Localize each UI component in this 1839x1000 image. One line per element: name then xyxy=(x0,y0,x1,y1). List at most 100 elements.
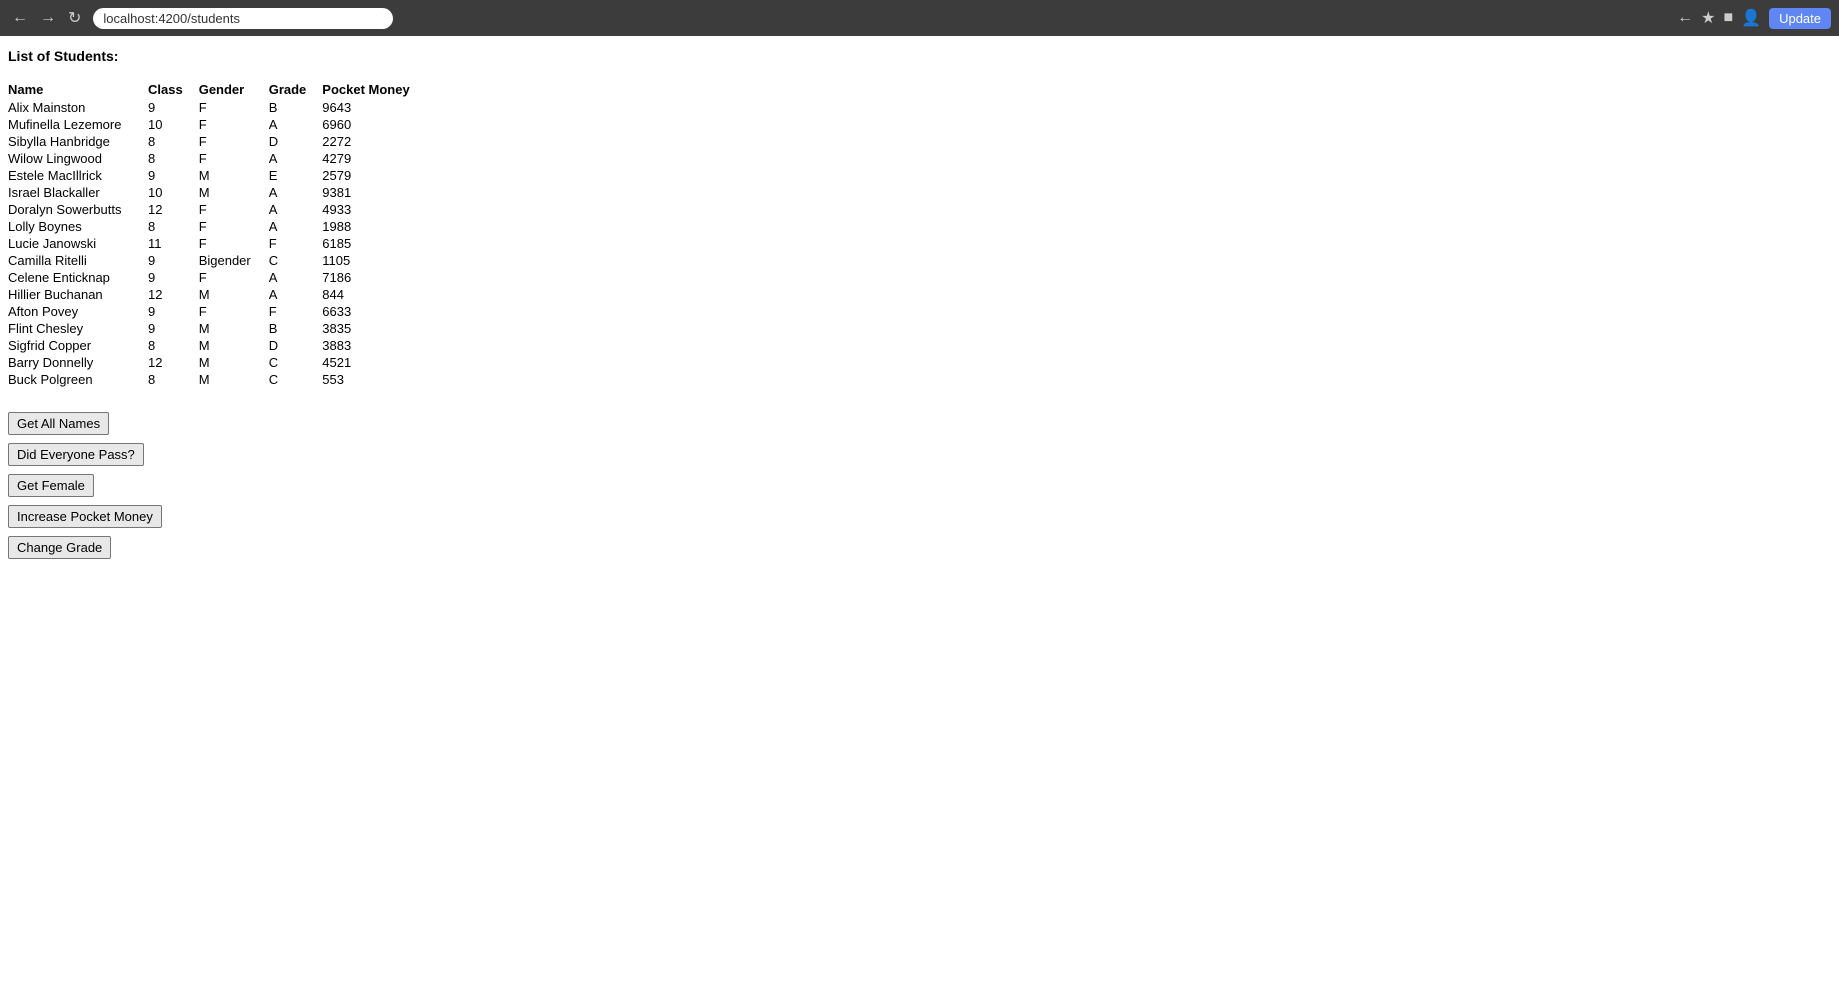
cell-grade: F xyxy=(269,235,323,252)
cell-class: 8 xyxy=(148,337,199,354)
students-table: Name Class Gender Grade Pocket Money Ali… xyxy=(8,80,426,388)
share-icon[interactable]: ← xyxy=(1677,9,1693,27)
cell-pocket-money: 553 xyxy=(322,371,425,388)
table-row: Mufinella Lezemore10FA6960 xyxy=(8,116,426,133)
cell-grade: F xyxy=(269,303,323,320)
cell-grade: E xyxy=(269,167,323,184)
table-header: Name Class Gender Grade Pocket Money xyxy=(8,80,426,99)
cell-grade: A xyxy=(269,201,323,218)
table-row: Doralyn Sowerbutts12FA4933 xyxy=(8,201,426,218)
bookmark-icon[interactable]: ★ xyxy=(1701,8,1715,28)
cell-pocket-money: 3835 xyxy=(322,320,425,337)
cell-grade: C xyxy=(269,354,323,371)
page-content: List of Students: Name Class Gender Grad… xyxy=(0,36,1839,571)
cell-pocket-money: 9381 xyxy=(322,184,425,201)
table-row: Camilla Ritelli9BigenderC1105 xyxy=(8,252,426,269)
cell-class: 12 xyxy=(148,286,199,303)
get-female-button[interactable]: Get Female xyxy=(8,474,94,497)
cell-grade: B xyxy=(269,99,323,116)
cell-class: 12 xyxy=(148,201,199,218)
cell-gender: M xyxy=(199,337,269,354)
cell-name: Buck Polgreen xyxy=(8,371,148,388)
cell-pocket-money: 844 xyxy=(322,286,425,303)
cell-grade: A xyxy=(269,184,323,201)
cell-pocket-money: 7186 xyxy=(322,269,425,286)
cell-class: 9 xyxy=(148,167,199,184)
cell-gender: M xyxy=(199,184,269,201)
cell-gender: M xyxy=(199,320,269,337)
cell-class: 10 xyxy=(148,116,199,133)
cell-pocket-money: 6185 xyxy=(322,235,425,252)
cell-grade: C xyxy=(269,371,323,388)
cell-grade: D xyxy=(269,133,323,150)
browser-chrome: ← → ↻ localhost:4200/students ← ★ ■ 👤 Up… xyxy=(0,0,1839,36)
header-row: Name Class Gender Grade Pocket Money xyxy=(8,80,426,99)
cell-pocket-money: 4521 xyxy=(322,354,425,371)
cell-name: Celene Enticknap xyxy=(8,269,148,286)
cell-name: Lucie Janowski xyxy=(8,235,148,252)
table-row: Flint Chesley9MB3835 xyxy=(8,320,426,337)
cell-gender: F xyxy=(199,235,269,252)
table-row: Celene Enticknap9FA7186 xyxy=(8,269,426,286)
cell-name: Afton Povey xyxy=(8,303,148,320)
cell-name: Mufinella Lezemore xyxy=(8,116,148,133)
increase-pocket-money-button[interactable]: Increase Pocket Money xyxy=(8,505,162,528)
cell-gender: F xyxy=(199,99,269,116)
browser-actions: ← ★ ■ 👤 Update xyxy=(1677,8,1831,29)
table-row: Sibylla Hanbridge8FD2272 xyxy=(8,133,426,150)
did-everyone-pass-button[interactable]: Did Everyone Pass? xyxy=(8,443,144,466)
forward-button[interactable]: → xyxy=(36,7,60,29)
get-all-names-button[interactable]: Get All Names xyxy=(8,412,109,435)
extensions-icon[interactable]: ■ xyxy=(1723,9,1733,27)
table-row: Sigfrid Copper8MD3883 xyxy=(8,337,426,354)
cell-class: 9 xyxy=(148,269,199,286)
cell-gender: F xyxy=(199,133,269,150)
table-row: Lolly Boynes8FA1988 xyxy=(8,218,426,235)
table-row: Wilow Lingwood8FA4279 xyxy=(8,150,426,167)
cell-class: 8 xyxy=(148,218,199,235)
cell-class: 8 xyxy=(148,133,199,150)
cell-grade: D xyxy=(269,337,323,354)
cell-grade: B xyxy=(269,320,323,337)
reload-button[interactable]: ↻ xyxy=(64,6,85,30)
cell-gender: M xyxy=(199,371,269,388)
change-grade-button[interactable]: Change Grade xyxy=(8,536,111,559)
cell-gender: F xyxy=(199,150,269,167)
cell-class: 8 xyxy=(148,371,199,388)
cell-gender: F xyxy=(199,218,269,235)
table-row: Barry Donnelly12MC4521 xyxy=(8,354,426,371)
buttons-section: Get All Names Did Everyone Pass? Get Fem… xyxy=(8,412,1831,559)
table-row: Israel Blackaller10MA9381 xyxy=(8,184,426,201)
cell-name: Barry Donnelly xyxy=(8,354,148,371)
cell-pocket-money: 1105 xyxy=(322,252,425,269)
cell-class: 10 xyxy=(148,184,199,201)
nav-buttons: ← → ↻ xyxy=(8,6,85,30)
address-bar[interactable]: localhost:4200/students xyxy=(93,8,393,29)
cell-pocket-money: 4933 xyxy=(322,201,425,218)
cell-name: Flint Chesley xyxy=(8,320,148,337)
cell-class: 12 xyxy=(148,354,199,371)
profile-icon[interactable]: 👤 xyxy=(1741,8,1761,28)
cell-name: Israel Blackaller xyxy=(8,184,148,201)
table-row: Estele MacIllrick9ME2579 xyxy=(8,167,426,184)
cell-class: 9 xyxy=(148,252,199,269)
cell-grade: A xyxy=(269,150,323,167)
cell-gender: M xyxy=(199,286,269,303)
cell-gender: M xyxy=(199,167,269,184)
cell-class: 11 xyxy=(148,235,199,252)
col-header-gender: Gender xyxy=(199,80,269,99)
col-header-name: Name xyxy=(8,80,148,99)
col-header-class: Class xyxy=(148,80,199,99)
cell-name: Estele MacIllrick xyxy=(8,167,148,184)
cell-name: Lolly Boynes xyxy=(8,218,148,235)
back-button[interactable]: ← xyxy=(8,7,32,29)
cell-pocket-money: 9643 xyxy=(322,99,425,116)
table-row: Lucie Janowski11FF6185 xyxy=(8,235,426,252)
update-button[interactable]: Update xyxy=(1769,8,1831,29)
cell-pocket-money: 6633 xyxy=(322,303,425,320)
cell-pocket-money: 2579 xyxy=(322,167,425,184)
cell-class: 9 xyxy=(148,99,199,116)
cell-class: 8 xyxy=(148,150,199,167)
table-row: Buck Polgreen8MC553 xyxy=(8,371,426,388)
cell-gender: F xyxy=(199,303,269,320)
